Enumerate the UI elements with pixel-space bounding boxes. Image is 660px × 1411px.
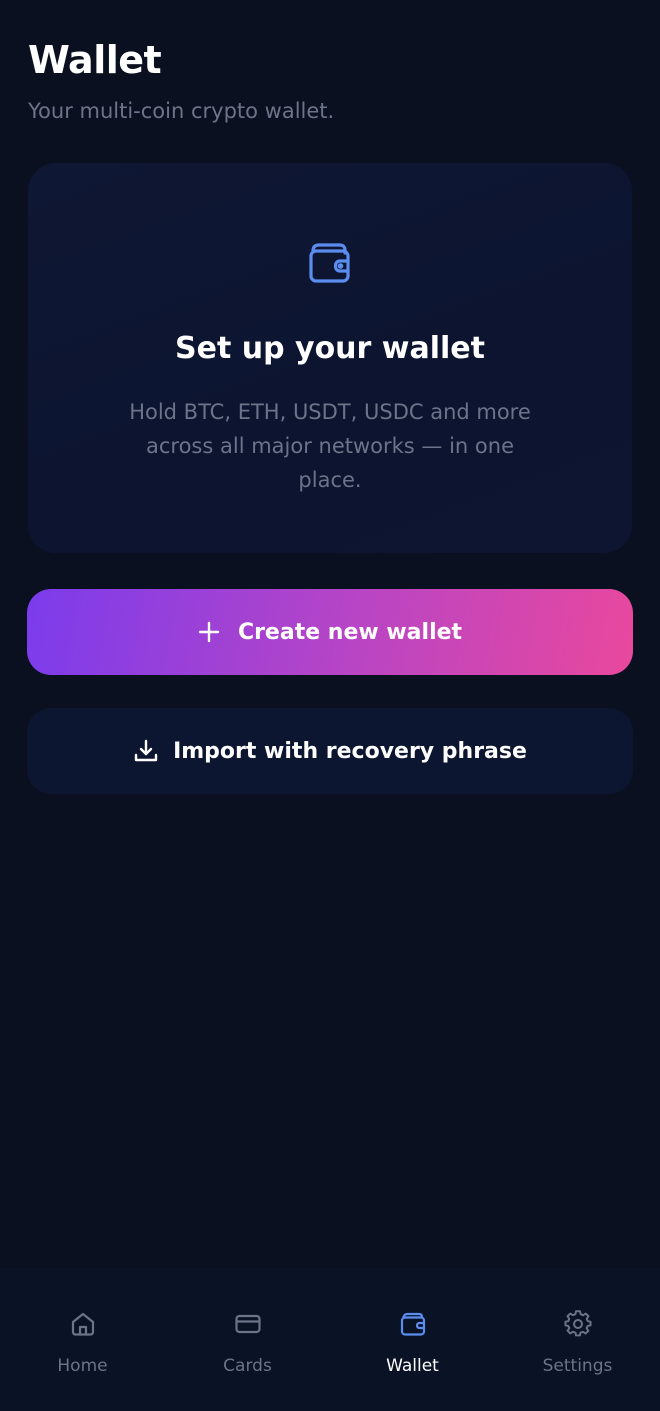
wallet-icon bbox=[309, 243, 350, 283]
nav-item-home[interactable]: Home bbox=[0, 1268, 165, 1411]
nav-label-wallet: Wallet bbox=[386, 1356, 439, 1376]
nav-item-settings[interactable]: Settings bbox=[495, 1268, 660, 1411]
setup-description: Hold BTC, ETH, USDT, USDC and more acros… bbox=[129, 400, 531, 492]
plus-icon bbox=[198, 621, 220, 643]
create-wallet-button[interactable]: Create new wallet bbox=[27, 589, 633, 675]
gear-icon bbox=[564, 1310, 591, 1337]
wallet-icon bbox=[400, 1312, 425, 1336]
page-header: Wallet Your multi-coin crypto wallet. bbox=[28, 38, 334, 124]
setup-wallet-card: Set up your wallet Hold BTC, ETH, USDT, … bbox=[28, 163, 632, 553]
home-icon bbox=[71, 1312, 94, 1336]
download-icon bbox=[134, 739, 158, 762]
import-recovery-button[interactable]: Import with recovery phrase bbox=[27, 708, 633, 794]
nav-item-cards[interactable]: Cards bbox=[165, 1268, 330, 1411]
bottom-nav: Home Cards Wallet Settings bbox=[0, 1268, 660, 1411]
setup-title: Set up your wallet bbox=[175, 331, 485, 366]
nav-item-wallet[interactable]: Wallet bbox=[330, 1268, 495, 1411]
nav-label-home: Home bbox=[57, 1356, 108, 1376]
page-title: Wallet bbox=[28, 38, 162, 82]
nav-label-settings: Settings bbox=[542, 1356, 613, 1376]
nav-label-cards: Cards bbox=[223, 1356, 272, 1376]
card-icon bbox=[234, 1314, 261, 1334]
create-wallet-label: Create new wallet bbox=[237, 619, 463, 645]
page-subtitle: Your multi-coin crypto wallet. bbox=[28, 99, 335, 123]
import-recovery-label: Import with recovery phrase bbox=[173, 738, 527, 764]
